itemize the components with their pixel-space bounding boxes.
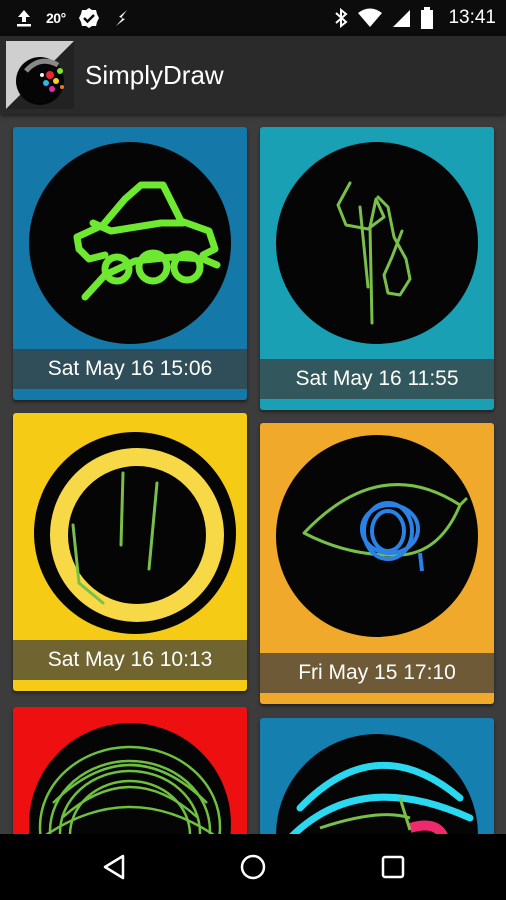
navigation-bar	[0, 834, 506, 900]
drawing-timestamp: Fri May 15 17:10	[260, 653, 494, 693]
drawings-grid: Sat May 16 15:06 Sat May 16 11:55 Sat Ma…	[0, 114, 506, 834]
app-bar: SimplyDraw	[0, 36, 506, 114]
drawing-tile[interactable]: Fri May 15 17:10	[260, 423, 494, 704]
drawing-thumbnail	[29, 723, 231, 834]
wifi-icon	[358, 8, 383, 28]
bluetooth-icon	[334, 8, 348, 28]
lightning-icon	[112, 8, 132, 28]
drawing-tile[interactable]	[260, 718, 494, 834]
app-logo-icon[interactable]	[6, 41, 74, 109]
upload-icon	[14, 8, 34, 28]
status-left: 20°	[14, 0, 132, 36]
drawing-thumbnail	[276, 734, 478, 834]
check-badge-icon	[78, 7, 100, 29]
drawing-tile[interactable]: Sat May 16 10:13	[13, 413, 247, 691]
drawing-tile[interactable]: Sat May 16 11:55	[260, 127, 494, 410]
drawing-tile[interactable]	[13, 707, 247, 834]
drawing-timestamp: Sat May 16 15:06	[13, 349, 247, 389]
temperature-label: 20°	[46, 10, 66, 26]
app-title: SimplyDraw	[85, 60, 224, 90]
cell-signal-icon	[392, 8, 411, 28]
drawing-timestamp: Sat May 16 11:55	[260, 359, 494, 399]
back-icon[interactable]	[94, 847, 134, 887]
clock: 13:41	[448, 7, 496, 28]
drawing-tile[interactable]: Sat May 16 15:06	[13, 127, 247, 400]
battery-icon	[420, 7, 434, 29]
status-right: 13:41	[334, 0, 496, 36]
recents-icon[interactable]	[373, 847, 413, 887]
status-bar: 20° 13:41	[0, 0, 506, 36]
home-icon[interactable]	[233, 847, 273, 887]
drawing-timestamp: Sat May 16 10:13	[13, 640, 247, 680]
